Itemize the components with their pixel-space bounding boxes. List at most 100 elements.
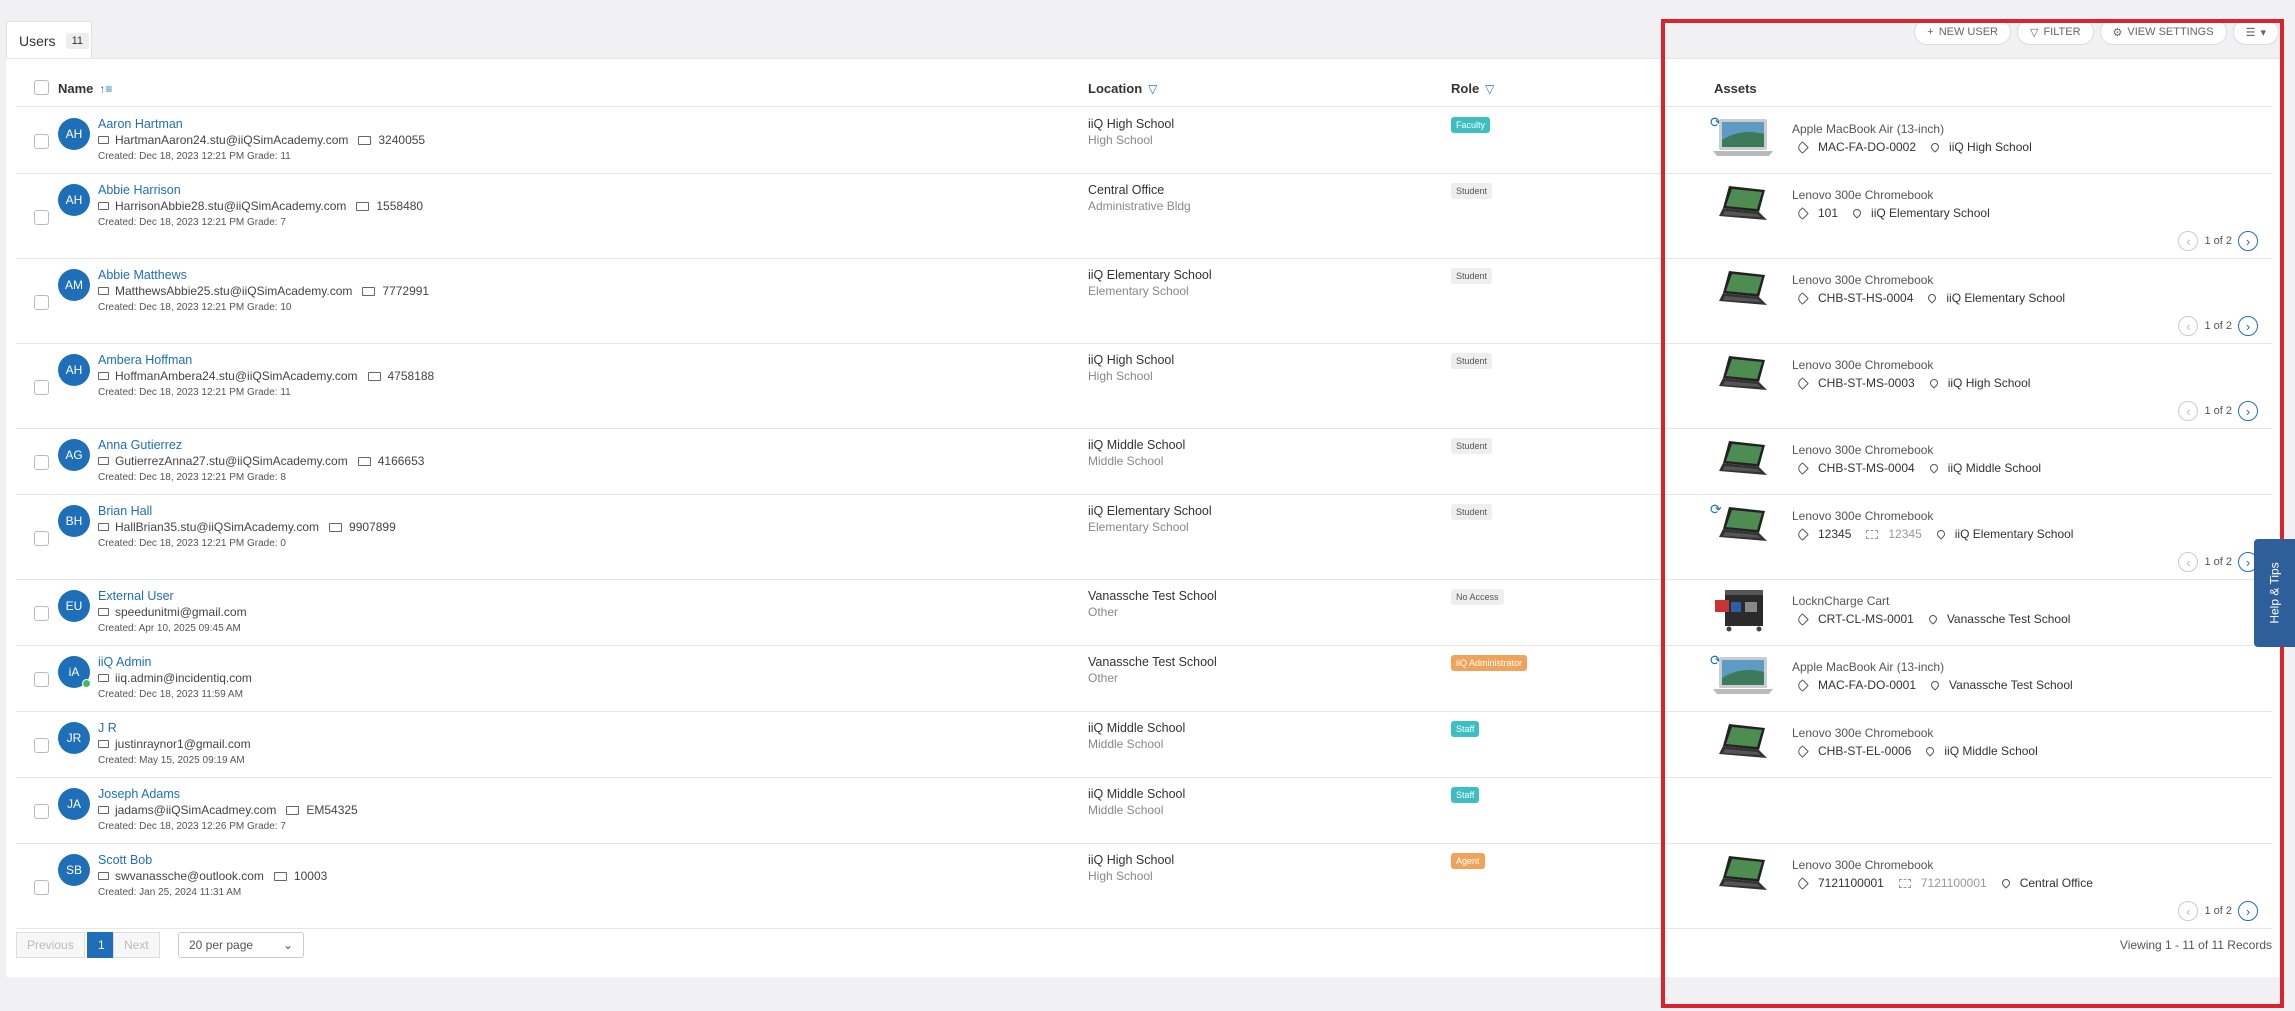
row-checkbox[interactable] [34, 672, 49, 687]
user-contact: swvanassche@outlook.com 10003 [98, 869, 327, 883]
row-checkbox[interactable] [34, 880, 49, 895]
name-column-header[interactable]: Name ↑≡ [58, 81, 112, 96]
user-email: HoffmanAmbera24.stu@iiQSimAcademy.com [115, 369, 358, 383]
row-checkbox[interactable] [34, 804, 49, 819]
tab-users[interactable]: Users 11 [6, 21, 92, 59]
user-email: jadams@iiQSimAcadmey.com [115, 803, 277, 817]
filter-icon[interactable]: ▽ [1485, 82, 1494, 96]
user-created-info: Created: Dec 18, 2023 12:21 PM Grade: 11 [98, 151, 291, 162]
location-name: iiQ Elementary School [1088, 504, 1212, 518]
user-name-link[interactable]: Abbie Harrison [98, 183, 181, 197]
user-name-link[interactable]: Scott Bob [98, 853, 152, 867]
row-checkbox[interactable] [34, 606, 49, 621]
user-created-info: Created: May 15, 2025 09:19 AM [98, 755, 245, 766]
envelope-icon [98, 202, 109, 210]
user-id: 10003 [293, 869, 328, 883]
location-sub: Other [1088, 605, 1119, 619]
user-contact: speedunitmi@gmail.com [98, 605, 247, 619]
user-created-info: Created: Dec 18, 2023 12:21 PM Grade: 10 [98, 302, 292, 313]
next-page-button[interactable]: Next [113, 932, 160, 958]
user-contact: MatthewsAbbie25.stu@iiQSimAcademy.com 777… [98, 284, 429, 298]
location-sub: Middle School [1088, 454, 1164, 468]
user-name-link[interactable]: External User [98, 589, 174, 603]
role-badge: No Access [1451, 589, 1504, 605]
location-name: iiQ High School [1088, 353, 1175, 367]
select-all-checkbox[interactable] [34, 80, 49, 95]
user-id: 9907899 [349, 520, 396, 534]
location-name: Vanassche Test School [1088, 655, 1217, 669]
user-email: GutierrezAnna27.stu@iiQSimAcademy.com [115, 454, 348, 468]
role-badge: Faculty [1451, 117, 1491, 133]
id-card-icon [358, 135, 372, 145]
tab-count-badge: 11 [65, 32, 89, 49]
user-created-info: Created: Dec 18, 2023 12:26 PM Grade: 7 [98, 821, 286, 832]
envelope-icon [98, 608, 109, 616]
highlight-box [1661, 19, 2284, 1008]
sort-ascending-icon[interactable]: ↑≡ [99, 82, 112, 96]
avatar: AM [58, 269, 90, 301]
envelope-icon [98, 674, 109, 682]
envelope-icon [98, 287, 109, 295]
filter-icon[interactable]: ▽ [1148, 82, 1157, 96]
user-contact: HarrisonAbbie28.stu@iiQSimAcademy.com 155… [98, 199, 423, 213]
role-badge: Staff [1451, 787, 1480, 803]
row-checkbox[interactable] [34, 455, 49, 470]
user-name-link[interactable]: Anna Gutierrez [98, 438, 182, 452]
role-badge: Student [1451, 183, 1493, 199]
row-checkbox[interactable] [34, 295, 49, 310]
id-card-icon [362, 286, 376, 296]
location-sub: Elementary School [1088, 520, 1189, 534]
id-card-icon [329, 522, 343, 532]
role-badge: Student [1451, 438, 1493, 454]
location-sub: High School [1088, 369, 1153, 383]
id-card-icon [273, 871, 287, 881]
per-page-select[interactable]: 20 per page ⌄ [178, 932, 304, 958]
user-email: HallBrian35.stu@iiQSimAcademy.com [115, 520, 320, 534]
user-name-link[interactable]: Aaron Hartman [98, 117, 183, 131]
role-column-header[interactable]: Role ▽ [1451, 81, 1494, 96]
location-name: iiQ Middle School [1088, 721, 1186, 735]
location-name: iiQ Elementary School [1088, 268, 1212, 282]
role-badge: Agent [1451, 853, 1485, 869]
previous-page-button[interactable]: Previous [16, 932, 85, 958]
role-badge: Staff [1451, 721, 1480, 737]
user-name-link[interactable]: J R [98, 721, 117, 735]
envelope-icon [98, 372, 109, 380]
location-name: iiQ Middle School [1088, 787, 1186, 801]
row-checkbox[interactable] [34, 134, 49, 149]
page-1-button[interactable]: 1 [87, 932, 116, 958]
avatar: AH [58, 184, 90, 216]
user-created-info: Created: Apr 10, 2025 09:45 AM [98, 623, 241, 634]
avatar: AH [58, 354, 90, 386]
user-name-link[interactable]: Ambera Hoffman [98, 353, 192, 367]
help-tips-tab[interactable]: Help & Tips [2254, 539, 2295, 647]
envelope-icon [98, 740, 109, 748]
envelope-icon [98, 872, 109, 880]
location-sub: Middle School [1088, 737, 1164, 751]
avatar: EU [58, 590, 90, 622]
location-name: iiQ High School [1088, 117, 1175, 131]
row-checkbox[interactable] [34, 210, 49, 225]
user-id: 4758188 [387, 369, 435, 383]
envelope-icon [98, 523, 109, 531]
user-name-link[interactable]: Brian Hall [98, 504, 152, 518]
avatar: SB [58, 854, 90, 886]
user-name-link[interactable]: iiQ Admin [98, 655, 152, 669]
location-column-header[interactable]: Location ▽ [1088, 81, 1157, 96]
user-email: iiq.admin@incidentiq.com [115, 671, 252, 685]
avatar: JR [58, 722, 90, 754]
row-checkbox[interactable] [34, 531, 49, 546]
row-checkbox[interactable] [34, 380, 49, 395]
role-badge: Student [1451, 504, 1493, 520]
user-contact: GutierrezAnna27.stu@iiQSimAcademy.com 416… [98, 454, 424, 468]
user-name-link[interactable]: Joseph Adams [98, 787, 180, 801]
user-name-link[interactable]: Abbie Matthews [98, 268, 187, 282]
id-card-icon [367, 371, 381, 381]
user-email: swvanassche@outlook.com [115, 869, 264, 883]
user-contact: justinraynor1@gmail.com [98, 737, 251, 751]
user-contact: jadams@iiQSimAcadmey.com EM54325 [98, 803, 358, 817]
user-contact: HoffmanAmbera24.stu@iiQSimAcademy.com 475… [98, 369, 434, 383]
location-name: Central Office [1088, 183, 1165, 197]
location-name: iiQ High School [1088, 853, 1175, 867]
row-checkbox[interactable] [34, 738, 49, 753]
